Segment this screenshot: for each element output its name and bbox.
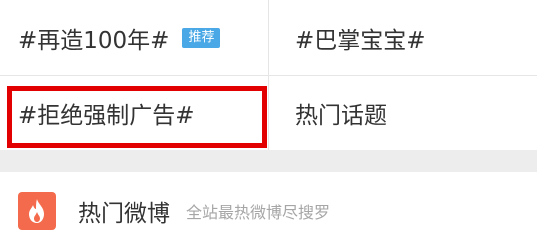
topic-label: #巴掌宝宝# (295, 27, 426, 54)
flame-icon (18, 192, 56, 230)
highlight-box (7, 86, 267, 148)
hot-weibo-title: 热门微博 (78, 201, 170, 227)
hot-weibo-subtitle: 全站最热微博尽搜罗 (186, 203, 331, 222)
hot-topics-link[interactable]: 热门话题 (269, 75, 537, 150)
horizontal-divider (0, 75, 537, 76)
hot-weibo-row[interactable]: 热门微博 全站最热微博尽搜罗 (0, 172, 537, 250)
hot-topics-label: 热门话题 (295, 102, 387, 129)
topic-label: #再造100年# (18, 27, 170, 54)
topic-item-rebuild-100-years[interactable]: #再造100年# 推荐 (0, 0, 268, 75)
recommend-badge: 推荐 (182, 27, 221, 48)
topic-item-palm-baby[interactable]: #巴掌宝宝# (269, 0, 537, 75)
